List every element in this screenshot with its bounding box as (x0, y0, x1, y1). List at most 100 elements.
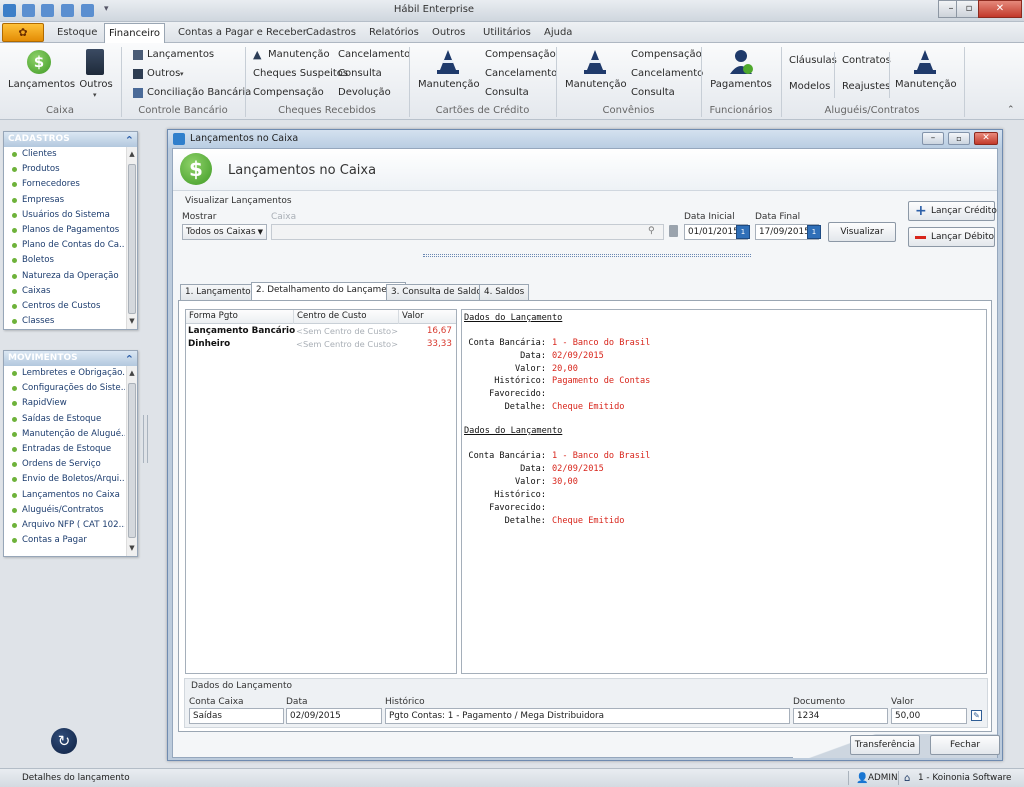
calendar-icon[interactable]: 1 (807, 225, 821, 239)
sidebar-item-ordens-servico[interactable]: Ordens de Serviço (4, 457, 125, 472)
tab-detalhamento[interactable]: 2. Detalhamento do Lançamento (251, 282, 407, 301)
sidebar-item-rapidview[interactable]: RapidView (4, 396, 125, 411)
sidebar-item-lembretes[interactable]: Lembretes e Obrigação... (4, 366, 125, 381)
sidebar-item-arquivo-nfp[interactable]: Arquivo NFP ( CAT 102... (4, 518, 125, 533)
ribbon-reajustes[interactable]: Reajustes (842, 81, 890, 92)
ribbon-caixa-lancamentos[interactable]: Lançamentos (8, 79, 75, 90)
ribbon-cartoes-cancelamento[interactable]: Cancelamento (485, 68, 557, 79)
sidebar-item-produtos[interactable]: Produtos (4, 162, 125, 177)
data-field[interactable]: 02/09/2015 (286, 708, 382, 724)
ribbon-clausulas[interactable]: Cláusulas (789, 55, 837, 66)
sidebar-item-plano-contas[interactable]: Plano de Contas do Ca... (4, 238, 125, 253)
ribbon-controle-lancamentos[interactable]: Lançamentos (147, 49, 214, 60)
ribbon-convenios-compensacao[interactable]: Compensação (631, 49, 702, 60)
forma-pagamento-grid[interactable]: Forma Pgto Centro de Custo Valor Lançame… (185, 309, 457, 674)
sidebar-item-clientes[interactable]: Clientes (4, 147, 125, 162)
menu-utilitarios[interactable]: Utilitários (479, 23, 535, 43)
ribbon-cheques-compensacao[interactable]: Compensação (253, 87, 324, 98)
sync-icon[interactable]: ↻ (51, 728, 77, 754)
menu-cadastros[interactable]: Cadastros (302, 23, 360, 43)
search-binoculars-icon[interactable]: ⚲ (648, 226, 655, 236)
sidebar-item-natureza-operacao[interactable]: Natureza da Operação (4, 269, 125, 284)
ribbon-contratos[interactable]: Contratos (842, 55, 891, 66)
sidebar-cadastros-scrollbar[interactable]: ▲ ▼ (126, 147, 137, 329)
sidebar-item-planos-pagamentos[interactable]: Planos de Pagamentos (4, 223, 125, 238)
ribbon-controle-outros[interactable]: Outros (147, 68, 180, 79)
valor-field[interactable]: 50,00 (891, 708, 967, 724)
transferencia-button[interactable]: Transferência (850, 735, 920, 755)
menu-estoque[interactable]: Estoque (53, 23, 101, 43)
historico-field[interactable]: Pgto Contas: 1 - Pagamento / Mega Distri… (385, 708, 790, 724)
caixa-input[interactable] (271, 224, 664, 240)
tab-lancamentos[interactable]: 1. Lançamentos (180, 284, 261, 300)
sidebar-item-caixas[interactable]: Caixas (4, 284, 125, 299)
collapse-icon[interactable]: ⌃ (125, 352, 134, 367)
sidebar-movimentos-header[interactable]: MOVIMENTOS ⌃ (4, 351, 137, 366)
ribbon-cheques-consulta[interactable]: Consulta (338, 68, 382, 79)
sidebar-movimentos-scrollbar[interactable]: ▲ ▼ (126, 366, 137, 556)
ribbon-cartoes-consulta[interactable]: Consulta (485, 87, 529, 98)
tab-consulta-saldos[interactable]: 3. Consulta de Saldos (386, 284, 492, 300)
sidebar-item-alugueis-contratos[interactable]: Aluguéis/Contratos (4, 503, 125, 518)
ribbon-modelos[interactable]: Modelos (789, 81, 830, 92)
sidebar-item-manutencao-alugueis[interactable]: Manutenção de Alugué... (4, 427, 125, 442)
sidebar-cadastros-header[interactable]: CADASTROS ⌃ (4, 132, 137, 147)
menu-outros[interactable]: Outros (428, 23, 469, 43)
scroll-down-icon[interactable]: ▼ (127, 543, 137, 554)
clear-document-icon[interactable] (669, 225, 678, 237)
lancar-credito-button[interactable]: + Lançar Crédito (908, 201, 997, 221)
scroll-up-icon[interactable]: ▲ (127, 368, 137, 379)
calendar-icon[interactable]: 1 (736, 225, 750, 239)
sidebar-item-entradas-estoque[interactable]: Entradas de Estoque (4, 442, 125, 457)
sidebar-item-contas-pagar[interactable]: Contas a Pagar (4, 533, 125, 548)
scroll-down-icon[interactable]: ▼ (127, 316, 137, 327)
table-row[interactable]: Dinheiro <Sem Centro de Custo> 33,33 (186, 338, 456, 351)
ribbon-cartoes-compensacao[interactable]: Compensação (485, 49, 556, 60)
sidebar-item-centros-custos[interactable]: Centros de Custos (4, 299, 125, 314)
menu-ajuda[interactable]: Ajuda (540, 23, 576, 43)
tab-saldos[interactable]: 4. Saldos (479, 284, 530, 300)
menu-relatorios[interactable]: Relatórios (365, 23, 423, 43)
window-minimize-button[interactable]: – (922, 132, 944, 145)
ribbon-alugueis-manutencao[interactable]: Manutenção (895, 79, 957, 90)
sidebar-item-empresas[interactable]: Empresas (4, 193, 125, 208)
ribbon-convenios-manutencao[interactable]: Manutenção (565, 79, 627, 90)
collapse-icon[interactable]: ⌃ (125, 133, 134, 148)
grid-header-forma[interactable]: Forma Pgto (186, 310, 294, 324)
filter-collapse-bar[interactable] (423, 254, 751, 257)
ribbon-cheques-cancelamento[interactable]: Cancelamento (338, 49, 410, 60)
ribbon-conciliacao[interactable]: Conciliação Bancária (147, 87, 251, 98)
close-button[interactable]: ✕ (978, 0, 1022, 18)
table-row[interactable]: Lançamento Bancário <Sem Centro de Custo… (186, 325, 456, 338)
scroll-thumb[interactable] (128, 164, 136, 314)
edit-icon[interactable]: ✎ (971, 710, 982, 721)
sidebar-item-saidas-estoque[interactable]: Saídas de Estoque (4, 412, 125, 427)
sidebar-item-classes[interactable]: Classes (4, 314, 125, 329)
window-close-button[interactable]: ✕ (974, 132, 998, 145)
ribbon-cheques-manutencao[interactable]: Manutenção (268, 49, 330, 60)
sidebar-item-configuracoes[interactable]: Configurações do Siste... (4, 381, 125, 396)
grid-header-valor[interactable]: Valor (399, 310, 456, 324)
splitter-handle[interactable] (143, 415, 148, 463)
ribbon-convenios-consulta[interactable]: Consulta (631, 87, 675, 98)
ribbon-cheques-suspeitos[interactable]: Cheques Suspeitos (253, 68, 348, 79)
collapse-ribbon-icon[interactable]: ⌃ (1007, 105, 1015, 115)
menu-financeiro[interactable]: Financeiro (104, 23, 166, 43)
window-maximize-button[interactable]: ▫ (948, 132, 970, 145)
ribbon-funcionarios-pagamentos[interactable]: Pagamentos (708, 79, 774, 90)
sidebar-item-envio-boletos[interactable]: Envio de Boletos/Arqui... (4, 472, 125, 487)
ribbon-convenios-cancelamento[interactable]: Cancelamento (631, 68, 703, 79)
ribbon-cheques-devolucao[interactable]: Devolução (338, 87, 391, 98)
ribbon-caixa-outros[interactable]: Outros (78, 79, 114, 90)
sidebar-item-fornecedores[interactable]: Fornecedores (4, 177, 125, 192)
window-titlebar[interactable]: Lançamentos no Caixa – ▫ ✕ (168, 130, 1002, 148)
grid-header-centro[interactable]: Centro de Custo (294, 310, 399, 324)
sidebar-item-usuarios[interactable]: Usuários do Sistema (4, 208, 125, 223)
sidebar-item-boletos[interactable]: Boletos (4, 253, 125, 268)
menu-contas[interactable]: Contas a Pagar e Receber (174, 23, 311, 43)
fechar-button[interactable]: Fechar (930, 735, 1000, 755)
mostrar-select[interactable]: Todos os Caixas ▼ (182, 224, 267, 240)
visualizar-button[interactable]: Visualizar (828, 222, 896, 242)
conta-caixa-field[interactable]: Saídas (189, 708, 284, 724)
app-menu-button[interactable]: ✿ (2, 23, 44, 42)
